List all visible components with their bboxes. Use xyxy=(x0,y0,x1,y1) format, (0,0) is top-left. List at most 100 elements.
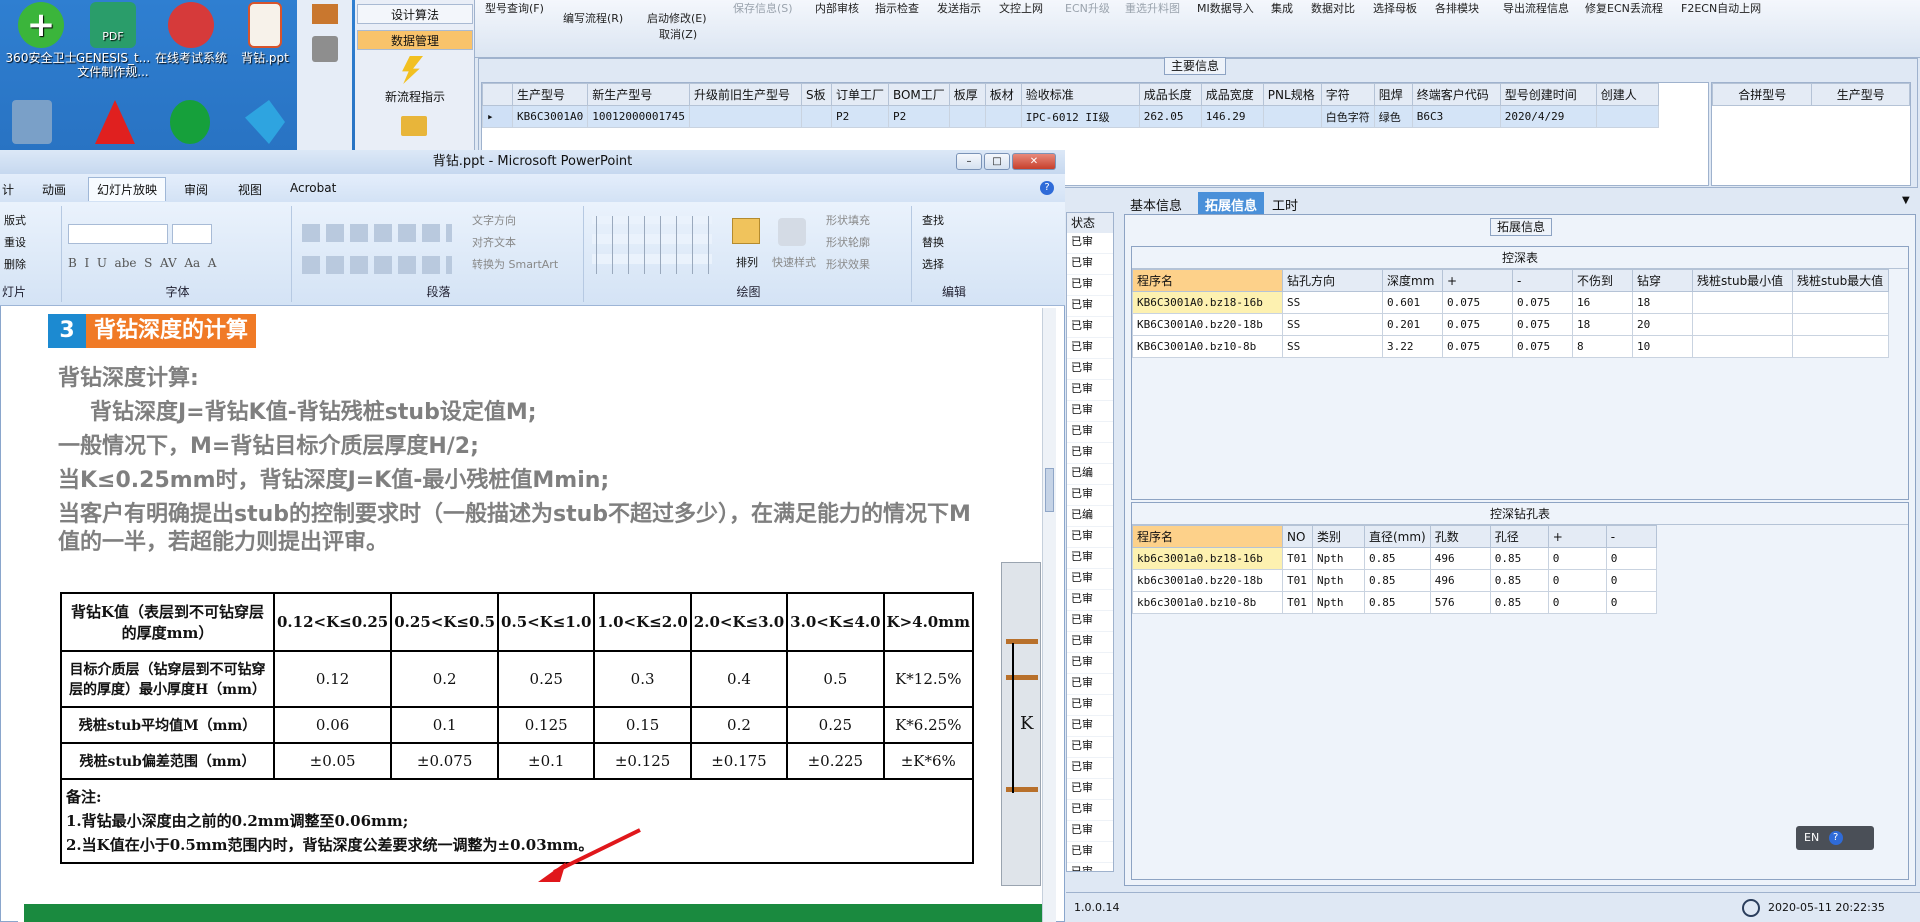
depth-col-header[interactable]: 钻穿 xyxy=(1632,269,1693,292)
nav-item-algorithm[interactable]: 设计算法 xyxy=(357,4,473,24)
tab-design[interactable]: 计 xyxy=(2,181,14,198)
tool-select-board[interactable]: 选择母板 xyxy=(1373,0,1417,16)
main-col-header[interactable]: 新生产型号 xyxy=(587,83,690,106)
tab-slideshow[interactable]: 幻灯片放映 xyxy=(88,177,167,201)
depth-col-header[interactable]: 不伤到 xyxy=(1572,269,1633,292)
main-cell[interactable]: IPC-6012 II级 xyxy=(1020,105,1140,128)
font-size-combo[interactable] xyxy=(172,224,212,244)
shape-outline-button[interactable]: 形状轮廓 xyxy=(826,234,870,250)
tool-ecn-upgrade[interactable]: ECN升级 xyxy=(1065,0,1110,16)
maximize-button[interactable]: □ xyxy=(984,153,1010,170)
slide-scrollbar[interactable] xyxy=(1042,308,1056,922)
holes-col-header[interactable]: - xyxy=(1605,525,1657,548)
depth-row[interactable]: KB6C3001A0.bz10-8b SS 3.22 0.075 0.075 8 10 xyxy=(1132,335,1889,358)
tool-reselect[interactable]: 重选升料图 xyxy=(1125,0,1180,16)
align-buttons[interactable] xyxy=(302,256,452,274)
holes-col-header[interactable]: NO xyxy=(1282,525,1313,548)
text-direction-button[interactable]: 文字方向 xyxy=(472,212,516,228)
main-col-header[interactable]: 字符 xyxy=(1320,83,1375,106)
main-col-header[interactable]: 终端客户代码 xyxy=(1411,83,1501,106)
main-col-header[interactable]: 成品长度 xyxy=(1138,83,1202,106)
main-cell[interactable] xyxy=(688,105,802,128)
holes-row[interactable]: kb6c3001a0.bz18-16b T01 Npth 0.85 496 0.85 0 0 xyxy=(1132,547,1657,570)
holes-col-header[interactable]: 类别 xyxy=(1312,525,1365,548)
tool-check[interactable]: 指示检查 xyxy=(875,0,919,16)
help-icon[interactable]: ? xyxy=(1040,181,1054,195)
p-shortcut-icon[interactable] xyxy=(170,100,210,144)
tool-write-flow[interactable]: 编写流程(R) xyxy=(563,10,623,26)
main-cell[interactable]: 绿色 xyxy=(1373,105,1413,128)
main-col-header[interactable]: S板 xyxy=(800,83,832,106)
tool-cancel[interactable]: 取消(Z) xyxy=(659,26,697,42)
machine-icon[interactable] xyxy=(312,36,338,62)
tool-f2ecn[interactable]: F2ECN自动上网 xyxy=(1681,0,1761,16)
quick-styles-button[interactable]: 快速样式 xyxy=(772,254,816,270)
main-col-header[interactable]: 型号创建时间 xyxy=(1499,83,1597,106)
main-cell[interactable]: 白色字符 xyxy=(1320,105,1375,128)
holes-col-header[interactable]: 孔径 xyxy=(1489,525,1549,548)
tool-modules[interactable]: 各排模块 xyxy=(1435,0,1479,16)
depth-col-header[interactable]: 深度mm xyxy=(1382,269,1443,292)
main-col-header[interactable]: 阻焊 xyxy=(1373,83,1413,106)
main-col-header[interactable]: BOM工厂 xyxy=(887,83,950,106)
layout-button[interactable]: 版式 xyxy=(4,212,26,228)
main-cell[interactable] xyxy=(984,105,1022,128)
main-col-header[interactable]: PNL规格 xyxy=(1262,83,1322,106)
arrange-icon[interactable] xyxy=(732,218,760,244)
main-col-header[interactable]: 生产型号 xyxy=(511,83,589,106)
depth-col-header[interactable]: + xyxy=(1442,269,1513,292)
depth-row[interactable]: KB6C3001A0.bz18-16b SS 0.601 0.075 0.075 16 18 xyxy=(1132,291,1889,314)
delete-button[interactable]: 删除 xyxy=(4,256,26,272)
main-col-header[interactable]: 验收标准 xyxy=(1020,83,1140,106)
holes-col-header[interactable]: 直径(mm) xyxy=(1364,525,1431,548)
arrange-button[interactable]: 排列 xyxy=(736,254,758,270)
main-col-header[interactable]: 板材 xyxy=(984,83,1022,106)
main-cell[interactable] xyxy=(948,105,986,128)
holes-row[interactable]: kb6c3001a0.bz20-18b T01 Npth 0.85 496 0.85 0 0 xyxy=(1132,569,1657,592)
help-icon[interactable]: ? xyxy=(1828,831,1843,845)
scrollbar-thumb[interactable] xyxy=(1045,468,1054,512)
desktop-icon-ppt[interactable]: 背钻.ppt xyxy=(225,2,305,65)
language-bar[interactable]: EN ? xyxy=(1796,826,1874,850)
depth-col-header[interactable]: 残桩stub最大值 xyxy=(1792,269,1889,292)
tool-model-query[interactable]: 型号查询(F) xyxy=(485,0,544,16)
main-cell[interactable]: P2 xyxy=(887,105,950,128)
tool-export-flow[interactable]: 导出流程信息 xyxy=(1503,0,1569,16)
main-cell[interactable] xyxy=(1595,105,1659,128)
holes-col-header[interactable]: 程序名 xyxy=(1132,525,1283,548)
main-info-row[interactable]: ▸ KB6C3001A0 10012000001745 P2 P2 IPC-6012 II… xyxy=(482,105,1659,128)
main-cell[interactable]: 146.29 xyxy=(1200,105,1264,128)
tool-integrate[interactable]: 集成 xyxy=(1271,0,1293,16)
depth-col-header[interactable]: - xyxy=(1512,269,1573,292)
tab-acrobat[interactable]: Acrobat xyxy=(290,181,336,195)
minimize-button[interactable]: – xyxy=(956,153,982,170)
depth-col-header[interactable]: 程序名 xyxy=(1132,269,1283,292)
main-col-header[interactable]: 成品宽度 xyxy=(1200,83,1264,106)
holes-col-header[interactable]: + xyxy=(1547,525,1607,548)
shape-fill-button[interactable]: 形状填充 xyxy=(826,212,870,228)
tab-work-hours[interactable]: 工时 xyxy=(1272,195,1298,214)
main-cell[interactable]: KB6C3001A0 xyxy=(511,105,589,128)
main-cell[interactable] xyxy=(800,105,832,128)
tab-view[interactable]: 视图 xyxy=(238,181,262,198)
quick-styles-icon[interactable] xyxy=(778,218,806,246)
font-name-combo[interactable] xyxy=(68,224,168,244)
align-text-button[interactable]: 对齐文本 xyxy=(472,234,516,250)
tool-compare[interactable]: 数据对比 xyxy=(1311,0,1355,16)
main-cell[interactable]: 262.05 xyxy=(1138,105,1202,128)
main-cell[interactable]: P2 xyxy=(830,105,889,128)
close-button[interactable]: ✕ xyxy=(1012,153,1056,170)
tool-save[interactable]: 保存信息(S) xyxy=(733,0,793,16)
tab-basic-info[interactable]: 基本信息 xyxy=(1130,195,1182,214)
main-col-header[interactable]: 订单工厂 xyxy=(830,83,889,106)
tab-review[interactable]: 审阅 xyxy=(184,181,208,198)
main-cell[interactable] xyxy=(1262,105,1322,128)
shapes-gallery[interactable] xyxy=(592,216,712,274)
find-button[interactable]: 查找 xyxy=(922,212,944,228)
font-format-buttons[interactable]: B I U abe S AV Aa A xyxy=(68,256,288,276)
main-col-header[interactable]: 升级前旧生产型号 xyxy=(688,83,802,106)
tab-animation[interactable]: 动画 xyxy=(42,181,66,198)
chevron-down-icon[interactable]: ▼ xyxy=(1902,195,1910,206)
depth-col-header[interactable]: 残桩stub最小值 xyxy=(1692,269,1793,292)
depth-row[interactable]: KB6C3001A0.bz20-18b SS 0.201 0.075 0.075 18 20 xyxy=(1132,313,1889,336)
